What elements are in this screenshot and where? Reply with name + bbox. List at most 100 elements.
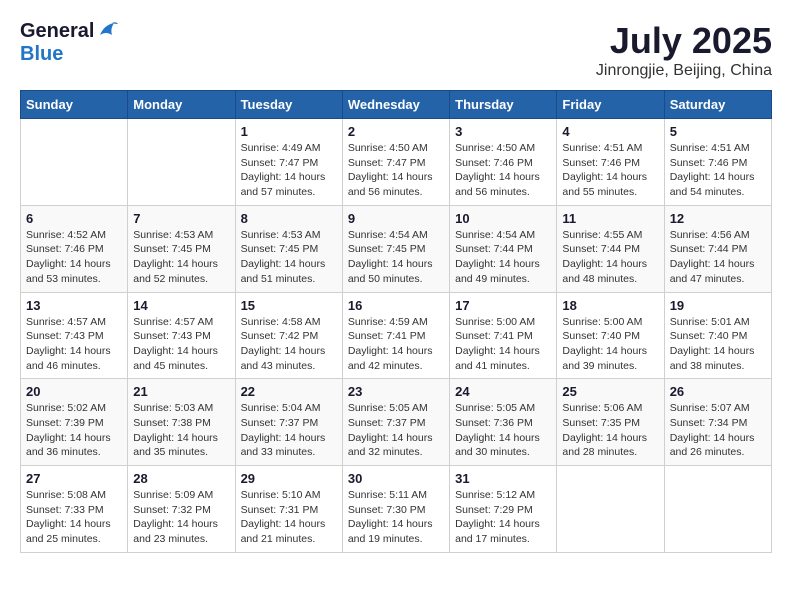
day-cell: 14 Sunrise: 4:57 AMSunset: 7:43 PMDayligh…	[128, 292, 235, 379]
day-number: 17	[455, 298, 551, 313]
day-number: 24	[455, 384, 551, 399]
day-number: 1	[241, 124, 337, 139]
day-info: Sunrise: 4:52 AMSunset: 7:46 PMDaylight:…	[26, 228, 122, 287]
day-info: Sunrise: 4:55 AMSunset: 7:44 PMDaylight:…	[562, 228, 658, 287]
calendar-table: SundayMondayTuesdayWednesdayThursdayFrid…	[20, 90, 772, 553]
day-cell: 29 Sunrise: 5:10 AMSunset: 7:31 PMDayligh…	[235, 466, 342, 553]
week-row-1: 1 Sunrise: 4:49 AMSunset: 7:47 PMDaylight…	[21, 119, 772, 206]
week-row-2: 6 Sunrise: 4:52 AMSunset: 7:46 PMDaylight…	[21, 205, 772, 292]
day-info: Sunrise: 5:12 AMSunset: 7:29 PMDaylight:…	[455, 488, 551, 547]
day-cell: 7 Sunrise: 4:53 AMSunset: 7:45 PMDaylight…	[128, 205, 235, 292]
day-cell: 6 Sunrise: 4:52 AMSunset: 7:46 PMDaylight…	[21, 205, 128, 292]
day-number: 25	[562, 384, 658, 399]
day-number: 31	[455, 471, 551, 486]
day-cell: 16 Sunrise: 4:59 AMSunset: 7:41 PMDayligh…	[342, 292, 449, 379]
day-cell	[21, 119, 128, 206]
day-cell: 30 Sunrise: 5:11 AMSunset: 7:30 PMDayligh…	[342, 466, 449, 553]
day-info: Sunrise: 4:59 AMSunset: 7:41 PMDaylight:…	[348, 315, 444, 374]
day-cell: 15Sunrise: 4:58 AMSunset: 7:42 PMDayligh…	[235, 292, 342, 379]
day-info: Sunrise: 5:10 AMSunset: 7:31 PMDaylight:…	[241, 488, 337, 547]
page-title: July 2025	[596, 20, 772, 62]
week-row-3: 13 Sunrise: 4:57 AMSunset: 7:43 PMDayligh…	[21, 292, 772, 379]
day-cell: 27Sunrise: 5:08 AMSunset: 7:33 PMDayligh…	[21, 466, 128, 553]
day-info: Sunrise: 4:50 AMSunset: 7:46 PMDaylight:…	[455, 141, 551, 200]
day-info: Sunrise: 4:54 AMSunset: 7:45 PMDaylight:…	[348, 228, 444, 287]
header-cell-friday: Friday	[557, 91, 664, 119]
day-number: 10	[455, 211, 551, 226]
day-info: Sunrise: 4:56 AMSunset: 7:44 PMDaylight:…	[670, 228, 766, 287]
day-info: Sunrise: 4:51 AMSunset: 7:46 PMDaylight:…	[562, 141, 658, 200]
day-number: 19	[670, 298, 766, 313]
header-cell-sunday: Sunday	[21, 91, 128, 119]
day-info: Sunrise: 4:50 AMSunset: 7:47 PMDaylight:…	[348, 141, 444, 200]
day-number: 21	[133, 384, 229, 399]
day-info: Sunrise: 5:00 AMSunset: 7:41 PMDaylight:…	[455, 315, 551, 374]
day-number: 18	[562, 298, 658, 313]
day-number: 14	[133, 298, 229, 313]
day-cell: 4Sunrise: 4:51 AMSunset: 7:46 PMDaylight…	[557, 119, 664, 206]
day-cell: 21Sunrise: 5:03 AMSunset: 7:38 PMDayligh…	[128, 379, 235, 466]
day-cell: 26Sunrise: 5:07 AMSunset: 7:34 PMDayligh…	[664, 379, 771, 466]
day-info: Sunrise: 4:53 AMSunset: 7:45 PMDaylight:…	[241, 228, 337, 287]
header-cell-thursday: Thursday	[450, 91, 557, 119]
day-number: 30	[348, 471, 444, 486]
day-number: 22	[241, 384, 337, 399]
day-number: 9	[348, 211, 444, 226]
day-number: 16	[348, 298, 444, 313]
day-info: Sunrise: 4:57 AMSunset: 7:43 PMDaylight:…	[26, 315, 122, 374]
day-number: 11	[562, 211, 658, 226]
day-info: Sunrise: 4:53 AMSunset: 7:45 PMDaylight:…	[133, 228, 229, 287]
day-cell: 25Sunrise: 5:06 AMSunset: 7:35 PMDayligh…	[557, 379, 664, 466]
day-number: 7	[133, 211, 229, 226]
day-info: Sunrise: 5:05 AMSunset: 7:37 PMDaylight:…	[348, 401, 444, 460]
day-cell: 5 Sunrise: 4:51 AMSunset: 7:46 PMDaylight…	[664, 119, 771, 206]
day-cell: 2Sunrise: 4:50 AMSunset: 7:47 PMDaylight…	[342, 119, 449, 206]
day-cell: 24Sunrise: 5:05 AMSunset: 7:36 PMDayligh…	[450, 379, 557, 466]
day-info: Sunrise: 5:01 AMSunset: 7:40 PMDaylight:…	[670, 315, 766, 374]
day-cell: 11 Sunrise: 4:55 AMSunset: 7:44 PMDayligh…	[557, 205, 664, 292]
header-cell-tuesday: Tuesday	[235, 91, 342, 119]
day-cell	[557, 466, 664, 553]
day-info: Sunrise: 4:57 AMSunset: 7:43 PMDaylight:…	[133, 315, 229, 374]
day-cell: 8 Sunrise: 4:53 AMSunset: 7:45 PMDaylight…	[235, 205, 342, 292]
day-cell: 1 Sunrise: 4:49 AMSunset: 7:47 PMDaylight…	[235, 119, 342, 206]
day-number: 29	[241, 471, 337, 486]
day-cell: 19 Sunrise: 5:01 AMSunset: 7:40 PMDayligh…	[664, 292, 771, 379]
logo-general: General	[20, 20, 94, 43]
day-cell	[664, 466, 771, 553]
day-info: Sunrise: 5:09 AMSunset: 7:32 PMDaylight:…	[133, 488, 229, 547]
day-number: 8	[241, 211, 337, 226]
day-cell: 20 Sunrise: 5:02 AMSunset: 7:39 PMDayligh…	[21, 379, 128, 466]
day-number: 12	[670, 211, 766, 226]
day-info: Sunrise: 5:11 AMSunset: 7:30 PMDaylight:…	[348, 488, 444, 547]
day-info: Sunrise: 5:00 AMSunset: 7:40 PMDaylight:…	[562, 315, 658, 374]
day-cell: 17 Sunrise: 5:00 AMSunset: 7:41 PMDayligh…	[450, 292, 557, 379]
day-cell: 22Sunrise: 5:04 AMSunset: 7:37 PMDayligh…	[235, 379, 342, 466]
day-number: 26	[670, 384, 766, 399]
header-cell-monday: Monday	[128, 91, 235, 119]
day-cell: 18 Sunrise: 5:00 AMSunset: 7:40 PMDayligh…	[557, 292, 664, 379]
day-number: 20	[26, 384, 122, 399]
day-cell: 3 Sunrise: 4:50 AMSunset: 7:46 PMDaylight…	[450, 119, 557, 206]
day-cell: 12 Sunrise: 4:56 AMSunset: 7:44 PMDayligh…	[664, 205, 771, 292]
header-cell-saturday: Saturday	[664, 91, 771, 119]
header-row: SundayMondayTuesdayWednesdayThursdayFrid…	[21, 91, 772, 119]
day-cell: 31 Sunrise: 5:12 AMSunset: 7:29 PMDayligh…	[450, 466, 557, 553]
day-number: 6	[26, 211, 122, 226]
title-block: July 2025 Jinrongjie, Beijing, China	[596, 20, 772, 80]
week-row-5: 27Sunrise: 5:08 AMSunset: 7:33 PMDayligh…	[21, 466, 772, 553]
day-info: Sunrise: 4:49 AMSunset: 7:47 PMDaylight:…	[241, 141, 337, 200]
day-info: Sunrise: 4:51 AMSunset: 7:46 PMDaylight:…	[670, 141, 766, 200]
day-cell: 9 Sunrise: 4:54 AMSunset: 7:45 PMDaylight…	[342, 205, 449, 292]
day-number: 28	[133, 471, 229, 486]
day-number: 27	[26, 471, 122, 486]
day-number: 13	[26, 298, 122, 313]
day-cell	[128, 119, 235, 206]
page-subtitle: Jinrongjie, Beijing, China	[596, 62, 772, 80]
day-number: 5	[670, 124, 766, 139]
day-number: 15	[241, 298, 337, 313]
day-info: Sunrise: 4:54 AMSunset: 7:44 PMDaylight:…	[455, 228, 551, 287]
day-cell: 10 Sunrise: 4:54 AMSunset: 7:44 PMDayligh…	[450, 205, 557, 292]
day-info: Sunrise: 5:02 AMSunset: 7:39 PMDaylight:…	[26, 401, 122, 460]
day-number: 3	[455, 124, 551, 139]
